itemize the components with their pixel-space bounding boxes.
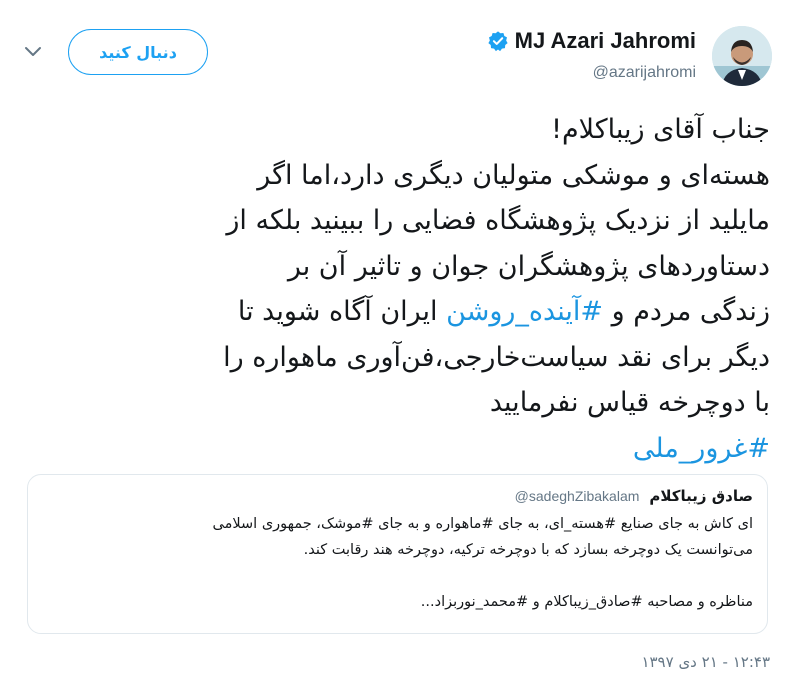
- hashtag-link[interactable]: #آینده_روشن: [446, 296, 603, 327]
- quoted-tweet-text: ای کاش به جای صنایع #هسته_ای، به جای #ما…: [42, 511, 753, 615]
- tweet-text-fragment: ایران آگاه شوید تا: [237, 296, 447, 327]
- quoted-line: مناظره و مصاحبه #صادق_زیباکلام و #محمد_ن…: [420, 594, 753, 610]
- avatar[interactable]: [712, 26, 772, 86]
- quoted-author-name: صادق زیباکلام: [649, 487, 753, 505]
- tweet-timestamp[interactable]: ۱۲:۴۳ - ۲۱ دی ۱۳۹۷: [606, 653, 770, 671]
- quoted-spacer: [42, 563, 753, 589]
- tweet-line: جناب آقای زیباکلام!: [551, 114, 770, 145]
- tweet-line: دیگر برای نقد سیاست‌خارجی،فن‌آوری ماهوار…: [223, 341, 770, 373]
- tweet-text-fragment: زندگی مردم و: [603, 296, 770, 327]
- quoted-line: ای کاش به جای صنایع #هسته_ای، به جای #ما…: [212, 516, 753, 532]
- chevron-down-icon[interactable]: [22, 40, 44, 62]
- quoted-line: می‌توانست یک دوچرخه بسازد که با دوچرخه ت…: [303, 542, 753, 558]
- tweet-line: مایلید از نزدیک پژوهشگاه فضایی را ببینید…: [226, 205, 770, 236]
- verified-badge-icon: [488, 31, 508, 52]
- author-display-name[interactable]: MJ Azari Jahromi: [515, 28, 696, 54]
- tweet-line: هسته‌ای و موشکی متولیان دیگری دارد،اما ا…: [257, 159, 770, 191]
- author-name-row: MJ Azari Jahromi: [487, 28, 696, 54]
- tweet-line: با دوچرخه قیاس نفرمایید: [489, 387, 770, 418]
- tweet-text: جناب آقای زیباکلام! هسته‌ای و موشکی متول…: [28, 107, 770, 471]
- follow-button[interactable]: دنبال کنید: [68, 29, 208, 75]
- quoted-tweet-card[interactable]: صادق زیباکلام @sadeghZibakalam ای کاش به…: [27, 474, 768, 634]
- quoted-tweet-header: صادق زیباکلام @sadeghZibakalam: [42, 487, 753, 505]
- tweet-line: دستاوردهای پژوهشگران جوان و تاثیر آن بر: [287, 250, 770, 282]
- hashtag-link[interactable]: #غرور_ملی: [28, 426, 770, 472]
- profile-photo: [712, 26, 772, 86]
- tweet-line: زندگی مردم و #آینده_روشن ایران آگاه شوید…: [28, 289, 770, 335]
- quoted-author-handle: @sadeghZibakalam: [514, 488, 640, 504]
- author-handle[interactable]: @azarijahromi: [593, 64, 696, 82]
